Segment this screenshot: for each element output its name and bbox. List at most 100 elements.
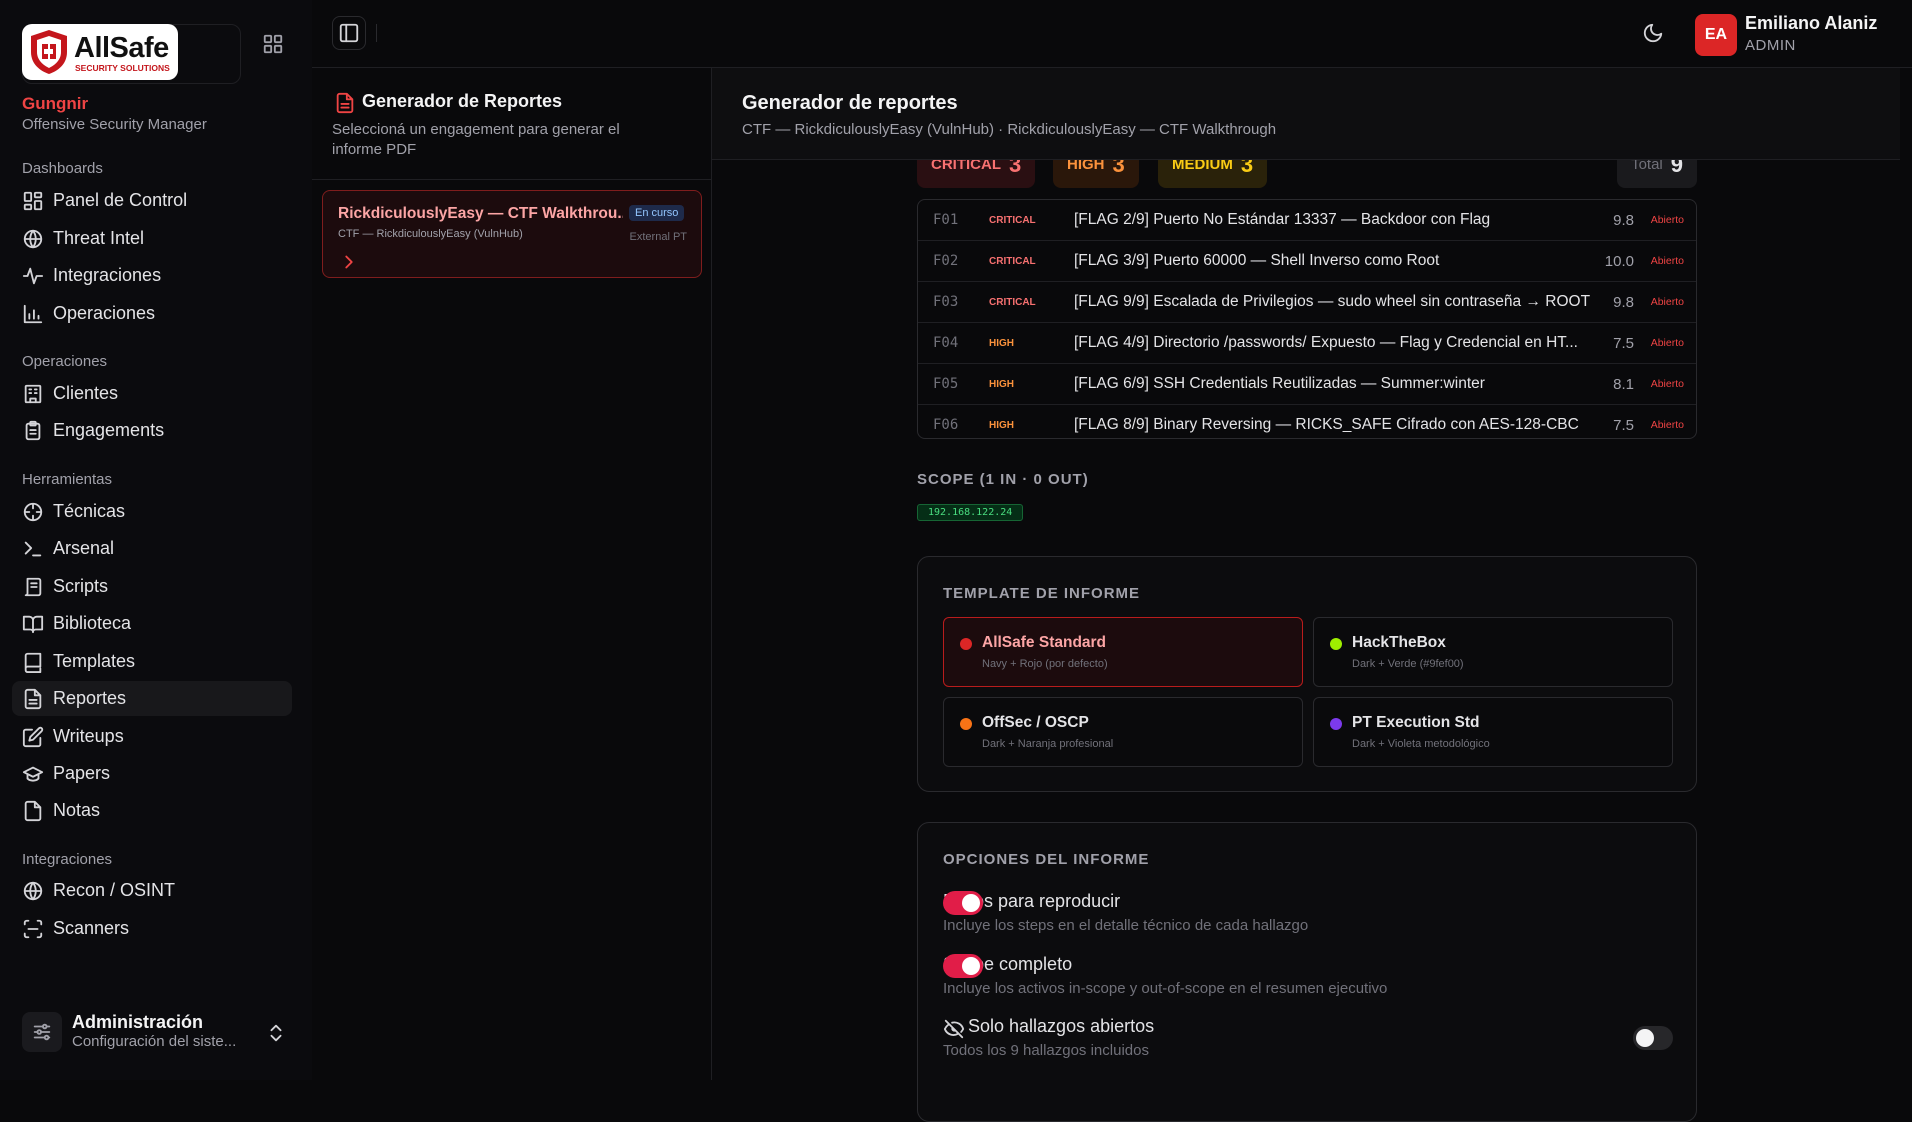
file-text-icon: [336, 92, 354, 114]
template-option-pt-execution-std[interactable]: PT Execution Std Dark + Violeta metodoló…: [1313, 697, 1673, 767]
sidebar-item-writeups[interactable]: Writeups: [12, 719, 292, 754]
engagement-type: External PT: [629, 231, 687, 243]
color-dot: [1330, 718, 1342, 730]
sidebar-item-label: Notas: [53, 800, 101, 820]
toggle-switch[interactable]: [1633, 1026, 1673, 1050]
sidebar-item-panel-de-control[interactable]: Panel de Control: [12, 183, 292, 218]
logo-tagline: SECURITY SOLUTIONS: [75, 63, 170, 73]
engagement-card[interactable]: RickdiculouslyEasy — CTF Walkthrou... En…: [322, 190, 702, 278]
logo-text: AllSafe: [74, 32, 169, 64]
sidebar-item-recon-osint[interactable]: Recon / OSINT: [12, 873, 292, 908]
finding-score: 8.1: [1613, 375, 1634, 393]
template-name: OffSec / OSCP: [982, 714, 1089, 731]
admin-menu[interactable]: Administración Configuración del siste..…: [22, 1012, 292, 1062]
sidebar-item-integraciones[interactable]: Integraciones: [12, 258, 292, 293]
sidebar-item-notas[interactable]: Notas: [12, 793, 292, 828]
sidebar-item-label: Recon / OSINT: [53, 880, 176, 900]
scan-icon: [23, 919, 43, 938]
sidebar: AllSafe SECURITY SOLUTIONS Gungnir Offen…: [0, 0, 312, 1080]
moon-icon: [1643, 23, 1663, 43]
option-name: Solo hallazgos abiertos: [968, 1016, 1155, 1036]
finding-status: Abierto: [1650, 419, 1684, 431]
finding-severity: HIGH: [989, 419, 1014, 431]
sidebar-item-label: Técnicas: [53, 501, 126, 521]
sidebar-item-label: Reportes: [53, 688, 127, 708]
finding-id: F05: [933, 376, 959, 392]
sidebar-item-label: Engagements: [53, 420, 165, 440]
option-solo-hallazgos-abiertos: Solo hallazgos abiertos Todos los 9 hall…: [943, 1016, 1673, 1066]
sidebar-item-label: Panel de Control: [53, 190, 188, 210]
template-option-allsafe-standard[interactable]: AllSafe Standard Navy + Rojo (por defect…: [943, 617, 1303, 687]
theme-toggle-button[interactable]: [1642, 22, 1664, 44]
sidebar-item-templates[interactable]: Templates: [12, 644, 292, 679]
template-option-offsec-oscp[interactable]: OffSec / OSCP Dark + Naranja profesional: [943, 697, 1303, 767]
finding-score: 7.5: [1613, 416, 1634, 434]
finding-row[interactable]: F01 CRITICAL [FLAG 2/9] Puerto No Estándar…: [918, 200, 1696, 241]
finding-row[interactable]: F04 HIGH [FLAG 4/9] Directorio /passwords/…: [918, 323, 1696, 364]
admin-title: Administración: [72, 1012, 204, 1032]
finding-title: [FLAG 9/9] Escalada de Privilegios — sud…: [1074, 293, 1591, 310]
apps-grid-icon[interactable]: [262, 33, 284, 55]
nav-section-operaciones: Operaciones: [22, 353, 108, 370]
option-scope-completo: Scope completo Incluye los activos in-sc…: [943, 954, 1673, 1004]
user-role: ADMIN: [1745, 37, 1796, 54]
finding-score: 7.5: [1613, 334, 1634, 352]
scope-ip-chip: 192.168.122.24: [917, 504, 1024, 521]
sidebar-item-operaciones[interactable]: Operaciones: [12, 296, 292, 331]
template-desc: Dark + Verde (#9fef00): [1352, 658, 1464, 670]
finding-status: Abierto: [1650, 255, 1684, 267]
engagement-panel: Generador de Reportes Seleccioná un enga…: [312, 68, 712, 1080]
finding-row[interactable]: F02 CRITICAL [FLAG 3/9] Puerto 60000 — She…: [918, 241, 1696, 282]
finding-row[interactable]: F06 HIGH [FLAG 8/9] Binary Reversing — RIC…: [918, 405, 1696, 438]
finding-status: Abierto: [1650, 337, 1684, 349]
toggle-switch[interactable]: [943, 954, 983, 978]
sidebar-item-label: Scripts: [53, 576, 109, 596]
sidebar-item-reportes[interactable]: Reportes: [12, 681, 292, 716]
template-option-hackthebox[interactable]: HackTheBox Dark + Verde (#9fef00): [1313, 617, 1673, 687]
finding-row[interactable]: F03 CRITICAL [FLAG 9/9] Escalada de Privil…: [918, 282, 1696, 323]
sidebar-item-label: Biblioteca: [53, 613, 132, 633]
allsafe-logo: AllSafe SECURITY SOLUTIONS: [22, 24, 178, 80]
finding-id: F02: [933, 253, 959, 269]
finding-id: F06: [933, 417, 959, 433]
finding-severity: HIGH: [989, 337, 1014, 349]
globe-icon: [23, 881, 43, 900]
avatar[interactable]: EA: [1695, 14, 1737, 56]
section-title: TEMPLATE DE INFORME: [943, 585, 1141, 602]
book-icon: [24, 652, 42, 673]
sidebar-item-label: Arsenal: [53, 538, 115, 558]
toggle-knob: [962, 957, 980, 975]
sidebar-item-scanners[interactable]: Scanners: [12, 911, 292, 946]
finding-row[interactable]: F05 HIGH [FLAG 6/9] SSH Credentials Reutil…: [918, 364, 1696, 405]
sidebar-item-label: Operaciones: [53, 303, 156, 323]
option-desc: Todos los 9 hallazgos incluidos: [943, 1042, 1149, 1059]
book-open-icon: [22, 615, 44, 633]
clipboard-icon: [25, 420, 41, 440]
sidebar-item-arsenal[interactable]: Arsenal: [12, 531, 292, 566]
finding-status: Abierto: [1650, 296, 1684, 308]
nav-section-herramientas: Herramientas: [22, 471, 113, 488]
finding-title: [FLAG 6/9] SSH Credentials Reutilizadas …: [1074, 375, 1485, 392]
sidebar-item-engagements[interactable]: Engagements: [12, 413, 292, 448]
finding-id: F04: [933, 335, 959, 351]
finding-severity: CRITICAL: [989, 255, 1036, 267]
sidebar-item-threat-intel[interactable]: Threat Intel: [12, 221, 292, 256]
layout-dashboard-icon: [23, 191, 43, 210]
finding-score: 10.0: [1604, 252, 1634, 270]
sidebar-toggle-button[interactable]: [332, 16, 366, 50]
engagement-subtitle: CTF — RickdiculouslyEasy (VulnHub): [338, 228, 523, 240]
finding-score: 9.8: [1613, 211, 1634, 229]
sidebar-item-clientes[interactable]: Clientes: [12, 376, 292, 411]
sidebar-item-tecnicas[interactable]: Técnicas: [12, 494, 292, 529]
sidebar-item-biblioteca[interactable]: Biblioteca: [12, 606, 292, 641]
section-title: OPCIONES DEL INFORME: [943, 851, 1150, 868]
sidebar-item-papers[interactable]: Papers: [12, 756, 292, 791]
option-desc: Incluye los steps en el detalle técnico …: [943, 917, 1309, 934]
toggle-switch[interactable]: [943, 891, 983, 915]
option-desc: Incluye los activos in-scope y out-of-sc…: [943, 980, 1388, 997]
sidebar-item-scripts[interactable]: Scripts: [12, 569, 292, 604]
panel-title: Generador de Reportes: [362, 91, 563, 111]
nav-section-integraciones: Integraciones: [22, 851, 113, 868]
crosshair-icon: [23, 502, 43, 521]
nav-section-dashboards: Dashboards: [22, 160, 103, 177]
